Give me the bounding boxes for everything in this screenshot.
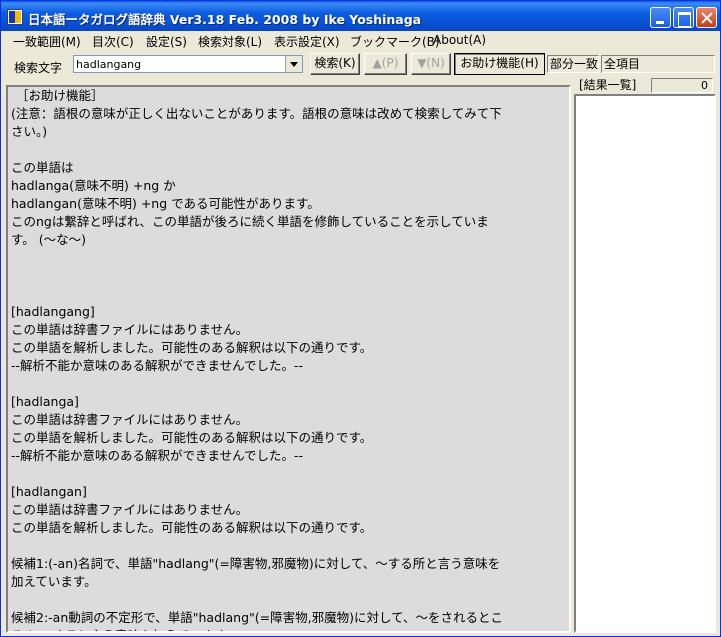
help-button[interactable]: お助け機能(H) xyxy=(454,53,545,75)
search-input[interactable] xyxy=(76,57,284,71)
text-line: この単語は辞書ファイルにはありません。 xyxy=(11,502,249,517)
text-line xyxy=(8,465,569,483)
minimize-icon[interactable] xyxy=(650,7,671,28)
text-line xyxy=(8,141,569,159)
search-combo[interactable] xyxy=(73,55,303,73)
text-line: この単語を解析しました。可能性のある解釈は以下の通りです。 xyxy=(11,430,373,445)
text-line xyxy=(8,591,569,609)
text-line: --解析不能か意味のある解釈ができませんでした。-- xyxy=(11,358,304,373)
text-line: hadlanga(意味不明) +ng か xyxy=(11,178,176,193)
results-count: 0 xyxy=(651,78,713,93)
menu-settings[interactable]: 設定(S) xyxy=(146,33,187,50)
text-line: [hadlangang] xyxy=(11,304,95,319)
text-line xyxy=(8,375,569,393)
close-icon[interactable] xyxy=(696,7,717,28)
menu-display-settings[interactable]: 表示設定(X) xyxy=(274,33,340,50)
text-line: 候補1:(-an)名詞で、単語"hadlang"(=障害物,邪魔物)に対して、〜… xyxy=(11,556,501,571)
text-line: さい。) xyxy=(11,124,48,139)
text-line: この単語は辞書ファイルにはありません。 xyxy=(11,412,249,427)
text-line: この単語は xyxy=(11,160,74,175)
app-window: 日本語ータガログ語辞典 Ver3.18 Feb. 2008 by Ike Yos… xyxy=(0,0,721,637)
text-line: [hadlangan] xyxy=(11,484,87,499)
text-line: このngは繋辞と呼ばれ、この単語が後ろに続く単語を修飾していることを示していま xyxy=(11,214,489,229)
maximize-icon[interactable] xyxy=(673,7,694,28)
results-list[interactable] xyxy=(574,94,716,633)
window-title: 日本語ータガログ語辞典 Ver3.18 Feb. 2008 by Ike Yos… xyxy=(28,12,422,27)
text-line: この単語は辞書ファイルにはありません。 xyxy=(11,322,249,337)
match-mode-field[interactable]: 部分一致 xyxy=(547,55,599,73)
title-bar[interactable]: 日本語ータガログ語辞典 Ver3.18 Feb. 2008 by Ike Yos… xyxy=(1,1,720,31)
text-line xyxy=(8,249,569,267)
results-header: [結果一覧] xyxy=(579,78,637,92)
text-line: [hadlanga] xyxy=(11,394,79,409)
next-button[interactable]: ▼(N) xyxy=(411,53,451,75)
prev-button[interactable]: ▲(P) xyxy=(364,53,407,75)
search-label: 検索文字 xyxy=(14,61,63,75)
text-line: この単語を解析しました。可能性のある解釈は以下の通りです。 xyxy=(11,520,373,535)
scope-field[interactable]: 全項目 xyxy=(601,55,715,73)
menu-search-target[interactable]: 検索対象(L) xyxy=(198,33,262,50)
result-text-area[interactable]: ［お助け機能］ (注意：語根の意味が正しく出ないことがあります。語根の意味は改めて… xyxy=(6,85,571,633)
menu-bar: 一致範囲(M) 目次(C) 設定(S) 検索対象(L) 表示設定(X) ブックマ… xyxy=(1,31,720,50)
text-line: 候補2:-an動詞の不定形で、単語"hadlang"(=障害物,邪魔物)に対して… xyxy=(11,610,503,625)
text-line: この単語を解析しました。可能性のある解釈は以下の通りです。 xyxy=(11,340,373,355)
chevron-down-icon[interactable] xyxy=(285,56,302,72)
text-line: す。 (〜な〜) xyxy=(11,232,86,247)
text-line: ［お助け機能］ xyxy=(16,88,104,103)
search-button[interactable]: 検索(K) xyxy=(310,53,360,75)
menu-contents[interactable]: 目次(C) xyxy=(92,33,134,50)
app-icon[interactable] xyxy=(7,9,23,25)
text-line xyxy=(8,285,569,303)
text-line: --解析不能か意味のある解釈ができませんでした。-- xyxy=(11,448,304,463)
menu-bookmark[interactable]: ブックマーク(B) xyxy=(350,33,440,50)
text-line xyxy=(8,537,569,555)
menu-about[interactable]: About(A) xyxy=(433,33,486,47)
text-line: 加えています。 xyxy=(11,574,97,589)
text-line: ろ,に〜すると言う意味を加えています。 xyxy=(8,627,569,631)
text-line: hadlangan(意味不明) +ng である可能性があります。 xyxy=(11,196,320,211)
text-line: (注意：語根の意味が正しく出ないことがあります。語根の意味は改めて検索してみて下 xyxy=(11,106,502,121)
menu-match-range[interactable]: 一致範囲(M) xyxy=(13,33,81,50)
text-line xyxy=(8,267,569,285)
